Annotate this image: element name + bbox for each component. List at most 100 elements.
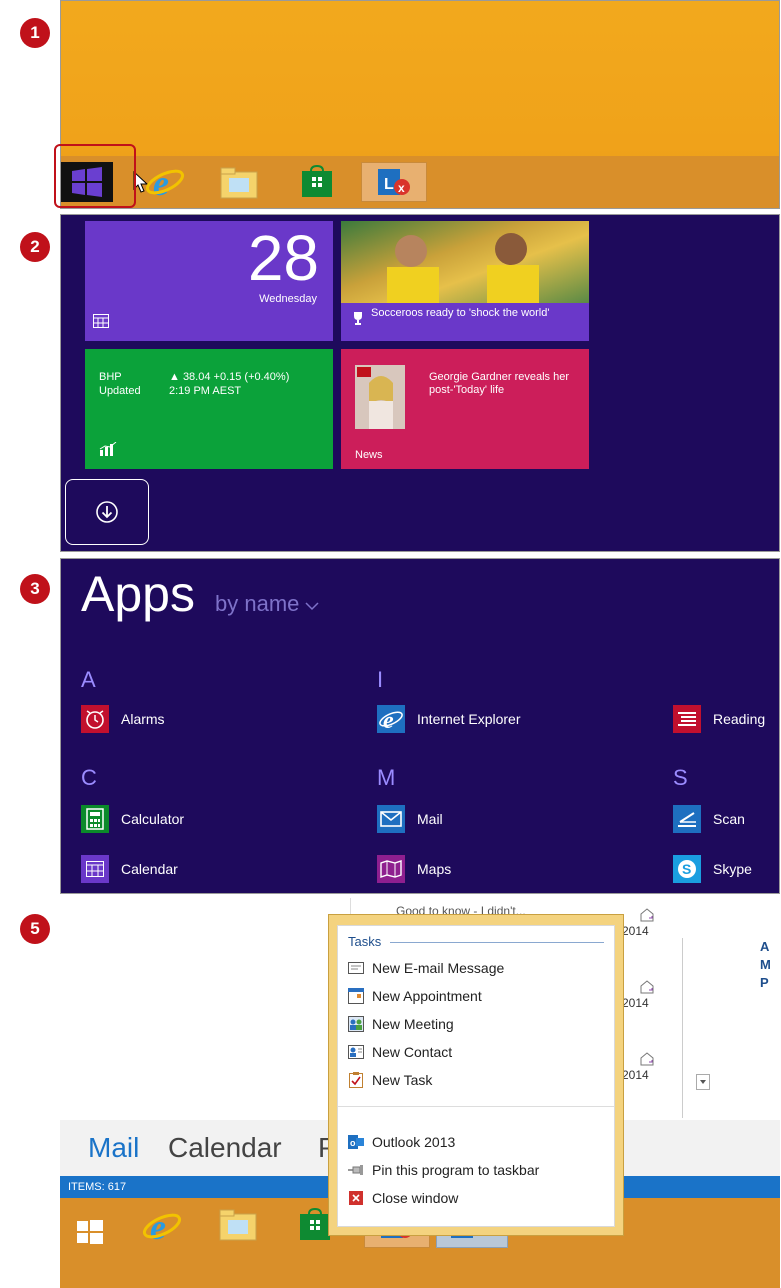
folder-icon <box>220 167 258 199</box>
pin-icon <box>348 1162 364 1178</box>
reading-pane-text: AMP <box>760 939 771 990</box>
store-taskbar-button[interactable] <box>298 1207 332 1247</box>
app-calendar[interactable]: Calendar <box>81 855 178 883</box>
scroll-down-button[interactable] <box>696 1074 710 1090</box>
arrow-down-circle-icon <box>96 501 118 523</box>
all-apps-button[interactable] <box>65 479 149 545</box>
svg-text:S: S <box>682 861 691 877</box>
sort-label: by name <box>215 591 300 616</box>
internet-explorer-icon: e <box>145 163 185 202</box>
news-label: News <box>355 449 383 461</box>
app-alarms[interactable]: Alarms <box>81 705 165 733</box>
news-photo <box>355 365 405 429</box>
calendar-tile[interactable]: 28 Wednesday <box>85 221 333 341</box>
sport-headline: Socceroos ready to 'shock the world' <box>371 307 550 319</box>
lync-taskbar-button[interactable]: L x <box>361 162 427 202</box>
app-label: Alarms <box>121 711 165 727</box>
app-label: Skype <box>713 861 752 877</box>
nav-calendar[interactable]: Calendar <box>168 1132 282 1164</box>
news-tile[interactable]: Georgie Gardner reveals her post-'Today'… <box>341 349 589 469</box>
store-bag-icon <box>300 1207 330 1240</box>
jump-item-new-contact[interactable]: New Contact <box>348 1044 452 1060</box>
app-scan[interactable]: Scan <box>673 805 745 833</box>
trophy-icon <box>351 311 365 328</box>
sort-dropdown[interactable]: by name <box>215 591 319 617</box>
sport-tile[interactable]: Socceroos ready to 'shock the world' <box>341 221 589 341</box>
svg-text:e: e <box>150 1207 166 1246</box>
jump-item-new-meeting[interactable]: New Meeting <box>348 1016 454 1032</box>
jump-item-label: New E-mail Message <box>372 960 505 976</box>
app-label: Calculator <box>121 811 185 827</box>
svg-text:L: L <box>384 176 394 193</box>
internet-explorer-icon: e <box>142 1207 182 1247</box>
app-label: Internet Explorer <box>417 711 521 727</box>
reading-list-icon <box>673 705 701 733</box>
calendar-grid-icon <box>93 314 109 331</box>
scanner-icon <box>673 805 701 833</box>
jump-item-label: New Contact <box>372 1044 453 1060</box>
jump-item-label: Close window <box>372 1190 459 1206</box>
app-label: Calendar <box>121 861 178 877</box>
store-taskbar-button[interactable] <box>291 162 343 202</box>
group-letter-c[interactable]: C <box>81 765 97 791</box>
app-reading[interactable]: Reading <box>673 705 765 733</box>
calculator-icon <box>81 805 109 833</box>
app-skype[interactable]: S Skype <box>673 855 752 883</box>
alarm-clock-icon <box>81 705 109 733</box>
meeting-icon <box>348 1016 364 1032</box>
desktop-panel: e L x <box>60 0 780 209</box>
app-calculator[interactable]: Calculator <box>81 805 184 833</box>
jump-item-new-task[interactable]: New Task <box>348 1072 432 1088</box>
step-badge-5: 5 <box>20 914 50 944</box>
map-icon <box>377 855 405 883</box>
clipboard-check-icon <box>348 1072 364 1088</box>
store-bag-icon <box>302 165 332 197</box>
jump-item-new-email[interactable]: New E-mail Message <box>348 960 504 976</box>
svg-text:e: e <box>383 708 394 732</box>
calendar-day: 28 <box>247 222 319 294</box>
jump-item-label: New Meeting <box>372 1016 454 1032</box>
finance-ticker: BHP <box>99 371 122 383</box>
group-letter-s[interactable]: S <box>673 765 688 791</box>
svg-text:o: o <box>350 1138 356 1148</box>
socceroos-photo <box>341 221 589 303</box>
finance-change: ▲ 38.04 +0.15 (+0.40%) <box>169 371 290 383</box>
app-mail[interactable]: Mail <box>377 805 443 833</box>
app-maps[interactable]: Maps <box>377 855 451 883</box>
app-label: Scan <box>713 811 745 827</box>
internet-explorer-taskbar-button[interactable]: e <box>139 162 191 202</box>
file-explorer-taskbar-button[interactable] <box>218 1206 258 1247</box>
outlook-panel: Good to know - I didn't... 2014 2014 201… <box>60 898 780 1288</box>
jump-item-outlook[interactable]: o Outlook 2013 <box>348 1134 455 1150</box>
jump-item-label: New Appointment <box>372 988 482 1004</box>
calendar-icon <box>348 988 364 1004</box>
group-letter-m[interactable]: M <box>377 765 395 791</box>
finance-tile[interactable]: BHP Updated ▲ 38.04 +0.15 (+0.40%) 2:19 … <box>85 349 333 469</box>
calendar-icon <box>81 855 109 883</box>
app-label: Maps <box>417 861 452 877</box>
outlook-icon: o <box>348 1134 364 1150</box>
internet-explorer-taskbar-button[interactable]: e <box>142 1206 182 1251</box>
taskbar: e L x <box>61 156 779 208</box>
group-letter-a[interactable]: A <box>81 667 96 693</box>
group-letter-i[interactable]: I <box>377 667 383 693</box>
step-badge-3: 3 <box>20 574 50 604</box>
windows-logo-icon <box>77 1220 103 1244</box>
start-button[interactable] <box>70 1212 110 1252</box>
app-label: Mail <box>417 811 443 827</box>
calendar-weekday: Wednesday <box>259 293 317 305</box>
app-label: Reading <box>713 711 766 727</box>
envelope-reply-icon <box>640 908 654 927</box>
nav-mail[interactable]: Mail <box>88 1132 139 1164</box>
jump-item-label: Pin this program to taskbar <box>372 1162 540 1178</box>
jump-item-new-appointment[interactable]: New Appointment <box>348 988 482 1004</box>
finance-time: 2:19 PM AEST <box>169 385 242 397</box>
app-internet-explorer[interactable]: e Internet Explorer <box>377 705 521 733</box>
file-explorer-taskbar-button[interactable] <box>213 162 265 202</box>
jump-item-label: Outlook 2013 <box>372 1134 456 1150</box>
start-button-highlight <box>54 144 136 208</box>
envelope-icon <box>348 960 364 976</box>
jump-item-pin[interactable]: Pin this program to taskbar <box>348 1162 539 1178</box>
jump-item-close-window[interactable]: Close window <box>348 1190 458 1206</box>
lync-icon: L x <box>378 169 410 195</box>
